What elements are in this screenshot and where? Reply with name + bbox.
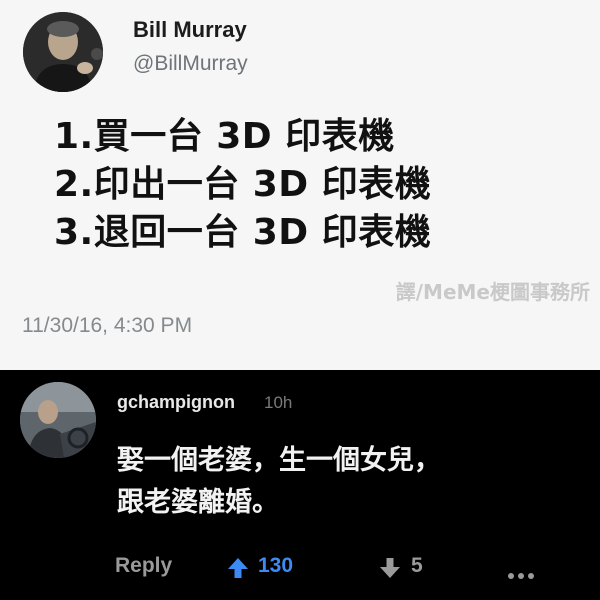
- comment-line: 跟老婆離婚。: [117, 487, 279, 518]
- tweet-line: 1.買一台 3D 印表機: [54, 116, 395, 157]
- comment-username[interactable]: gchampignon: [117, 392, 235, 413]
- tweet-text: 1.買一台 3D 印表機 2.印出一台 3D 印表機 3.退回一台 3D 印表機: [54, 113, 594, 257]
- tweet-line: 2.印出一台 3D 印表機: [54, 164, 432, 205]
- more-dots-icon[interactable]: [508, 564, 538, 579]
- tweet-author-name[interactable]: Bill Murray: [133, 17, 247, 43]
- comment-time: 10h: [264, 393, 293, 412]
- tweet-author-avatar[interactable]: [23, 12, 103, 92]
- tweet-timestamp[interactable]: 11/30/16, 4:30 PM: [22, 314, 192, 338]
- commenter-avatar[interactable]: [20, 382, 96, 458]
- tweet-author-handle[interactable]: @BillMurray: [133, 52, 248, 76]
- tweet-card: Bill Murray @BillMurray 1.買一台 3D 印表機 2.印…: [0, 0, 600, 370]
- comment-card: gchampignon 10h 娶一個老婆，生一個女兒， 跟老婆離婚。 Repl…: [0, 370, 600, 600]
- tweet-line: 3.退回一台 3D 印表機: [54, 212, 432, 253]
- arrow-up-icon[interactable]: [226, 556, 250, 580]
- reply-button[interactable]: Reply: [115, 554, 172, 578]
- upvote-count: 130: [258, 554, 294, 577]
- comment-actions: Reply 130 5: [0, 550, 600, 590]
- downvote-count: 5: [411, 554, 423, 577]
- comment-line: 娶一個老婆，生一個女兒，: [117, 445, 441, 476]
- comment-text: 娶一個老婆，生一個女兒， 跟老婆離婚。: [117, 440, 587, 524]
- watermark: 譯/MeMe梗圖事務所: [395, 280, 590, 304]
- arrow-down-icon[interactable]: [378, 556, 402, 580]
